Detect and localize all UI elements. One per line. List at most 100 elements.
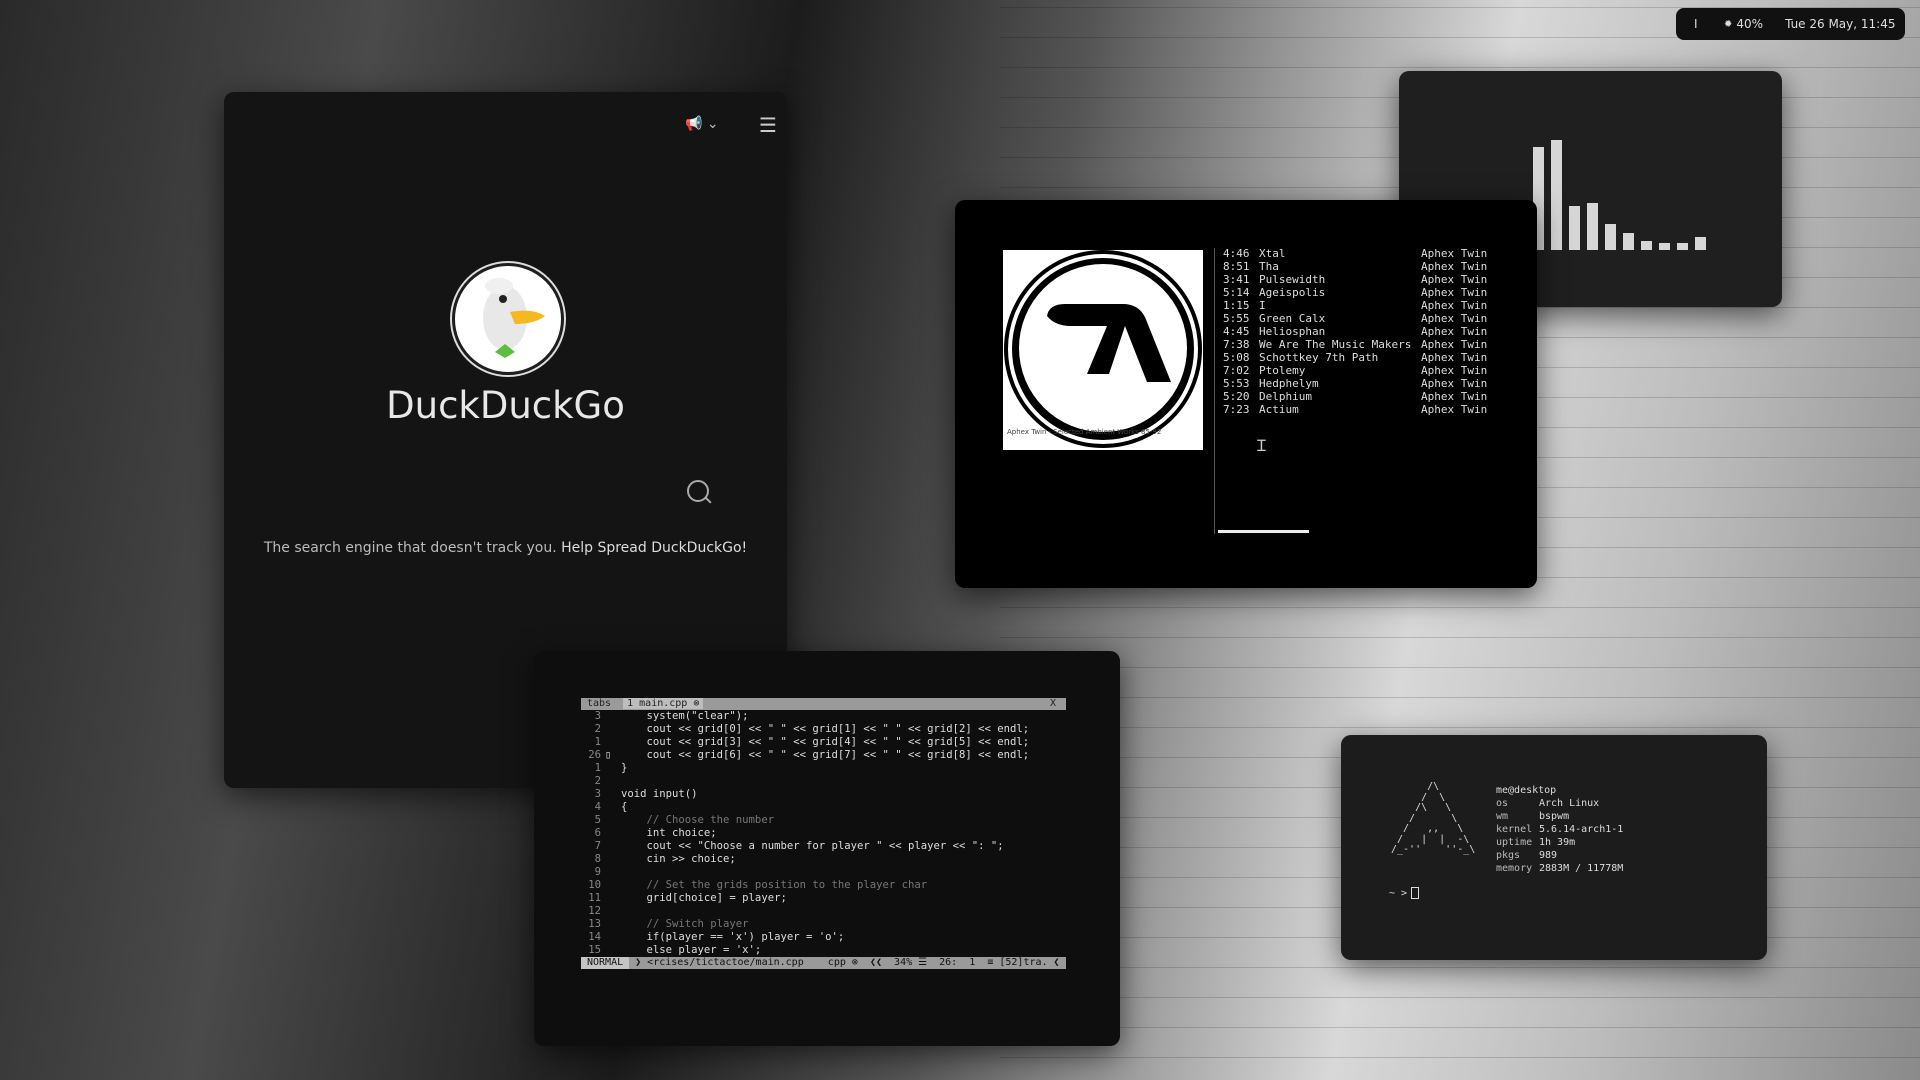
duck-icon [458, 269, 558, 369]
track-row[interactable]: 7:38 We Are The Music Makers Aphex Twin [1223, 338, 1487, 351]
code-line: 3 system("clear"); [581, 710, 1066, 723]
track-title: Delphium [1259, 390, 1312, 403]
brightness-icon: ✹ [1724, 18, 1733, 30]
line-number: 1 [594, 762, 601, 774]
track-row[interactable]: 5:14 Ageispolis Aphex Twin [1223, 286, 1487, 299]
line-text: // Switch player [621, 918, 749, 930]
help-spread-link[interactable]: Help Spread DuckDuckGo! [561, 540, 747, 556]
music-player-window: Aphex Twin · Selected Ambient Works 85-9… [955, 200, 1537, 588]
track-duration: 8:51 [1223, 260, 1250, 273]
track-row[interactable]: 5:20 Delphium Aphex Twin [1223, 390, 1487, 403]
track-artist: Aphex Twin [1421, 286, 1488, 299]
cursor-sign [605, 892, 621, 905]
visualizer-bar [1623, 233, 1634, 250]
track-artist: Aphex Twin [1421, 260, 1488, 273]
info-value: bspwm [1539, 811, 1570, 822]
track-row[interactable]: 5:08 Schottkey 7th Path Aphex Twin [1223, 351, 1487, 364]
vim-tabline: tabs 1 main.cpp ⊗ X [581, 698, 1066, 710]
track-duration: 4:45 [1223, 325, 1250, 338]
cursor-sign [605, 866, 621, 879]
track-duration: 5:20 [1223, 390, 1250, 403]
vim-statusline: NORMAL ❯ <rcises/tictactoe/main.cpp cpp … [581, 957, 1066, 969]
line-text: if(player == 'x') player = 'o'; [621, 931, 845, 943]
track-artist: Aphex Twin [1421, 325, 1488, 338]
vim-editor-window: tabs 1 main.cpp ⊗ X 3 system("clear"); 2 … [534, 651, 1120, 1046]
cursor-sign [605, 762, 621, 775]
line-number: 15 [588, 944, 601, 956]
info-row: memory 2883M / 11778M [1496, 862, 1623, 875]
info-row: wm bspwm [1496, 810, 1623, 823]
visualizer-bar [1605, 224, 1616, 250]
shell-prompt[interactable]: ~ > [1389, 887, 1420, 899]
track-duration: 5:53 [1223, 377, 1250, 390]
track-title: Heliosphan [1259, 325, 1326, 338]
system-info: me@desktop os Arch Linux wm bspwm kernel 5.6.… [1496, 784, 1623, 875]
track-row[interactable]: 5:55 Green Calx Aphex Twin [1223, 312, 1487, 325]
cursor-sign [605, 840, 621, 853]
workspace-indicator[interactable]: I [1694, 17, 1714, 31]
cursor-position: 26: 1 [933, 957, 982, 968]
code-line: 1} [581, 762, 1066, 775]
line-number: 6 [594, 827, 601, 839]
visualizer-bar [1659, 243, 1670, 250]
track-row[interactable]: 7:02 Ptolemy Aphex Twin [1223, 364, 1487, 377]
track-artist: Aphex Twin [1421, 351, 1488, 364]
track-row[interactable]: 1:15 I Aphex Twin [1223, 299, 1487, 312]
info-key: pkgs [1496, 850, 1521, 861]
aphex-twin-logo-icon [1047, 304, 1171, 382]
code-line: 7 cout << "Choose a number for player " … [581, 840, 1066, 853]
code-line: 26 ▯ cout << grid[6] << " " << grid[7] <<… [581, 749, 1066, 762]
arch-logo-ascii: /\ / \ /\ \ / \ / ,, \ / | | -\ /_-'' ''… [1391, 781, 1476, 855]
line-number: 13 [588, 918, 601, 930]
code-line: 15 else player = 'x'; [581, 944, 1066, 957]
info-value: 989 [1539, 850, 1558, 861]
status-bar: I ✹ 40% Tue 26 May, 11:45 [1676, 8, 1905, 40]
tagline: The search engine that doesn't track you… [224, 540, 787, 556]
cursor-sign [605, 775, 621, 788]
code-line: 1 cout << grid[3] << " " << grid[4] << "… [581, 736, 1066, 749]
album-art: Aphex Twin · Selected Ambient Works 85-9… [1003, 250, 1203, 450]
track-row[interactable]: 5:53 Hedphelym Aphex Twin [1223, 377, 1487, 390]
code-area[interactable]: 3 system("clear"); 2 cout << grid[0] << "… [581, 710, 1066, 957]
aphex-logo-ring [1008, 254, 1198, 444]
search-icon[interactable] [687, 480, 709, 502]
line-number: 1 [594, 736, 601, 748]
tabs-label: tabs [587, 698, 612, 709]
track-title: Tha [1259, 260, 1279, 273]
track-row[interactable]: 3:41 Pulsewidth Aphex Twin [1223, 273, 1487, 286]
track-duration: 7:02 [1223, 364, 1250, 377]
close-tab-button[interactable]: X [1050, 698, 1056, 710]
cursor-sign [605, 944, 621, 957]
hamburger-menu-icon[interactable]: ☰ [759, 113, 777, 137]
cursor-block [1411, 887, 1420, 899]
track-row[interactable]: 4:45 Heliosphan Aphex Twin [1223, 325, 1487, 338]
track-title: I [1259, 299, 1266, 312]
info-key: wm [1496, 811, 1509, 822]
megaphone-icon[interactable]: 📢 ⌄ [685, 116, 719, 132]
track-artist: Aphex Twin [1421, 247, 1488, 260]
track-duration: 3:41 [1223, 273, 1250, 286]
visualizer-bar [1587, 203, 1598, 250]
track-row[interactable]: 8:51 Tha Aphex Twin [1223, 260, 1487, 273]
line-text: { [621, 801, 628, 813]
track-artist: Aphex Twin [1421, 299, 1488, 312]
line-number: 11 [588, 892, 601, 904]
tagline-text: The search engine that doesn't track you… [263, 540, 557, 556]
code-line: 12 [581, 905, 1066, 918]
line-number: 10 [588, 879, 601, 891]
line-number: 5 [594, 814, 601, 826]
line-number: 8 [594, 853, 601, 865]
line-number: 14 [588, 931, 601, 943]
playback-progress-bar[interactable] [1218, 530, 1309, 533]
info-row: os Arch Linux [1496, 797, 1623, 810]
track-row[interactable]: 7:23 Actium Aphex Twin [1223, 403, 1487, 416]
tab-main-cpp[interactable]: 1 main.cpp ⊗ [623, 698, 704, 709]
info-key: memory [1496, 863, 1533, 874]
info-key: kernel [1496, 824, 1533, 835]
line-text: cout << grid[3] << " " << grid[4] << " "… [621, 736, 1030, 748]
info-key: os [1496, 798, 1509, 809]
visualizer-bar [1695, 237, 1706, 250]
info-value: 5.6.14-arch1-1 [1539, 824, 1624, 835]
line-number: 12 [588, 905, 601, 917]
track-row[interactable]: 4:46 Xtal Aphex Twin [1223, 247, 1487, 260]
